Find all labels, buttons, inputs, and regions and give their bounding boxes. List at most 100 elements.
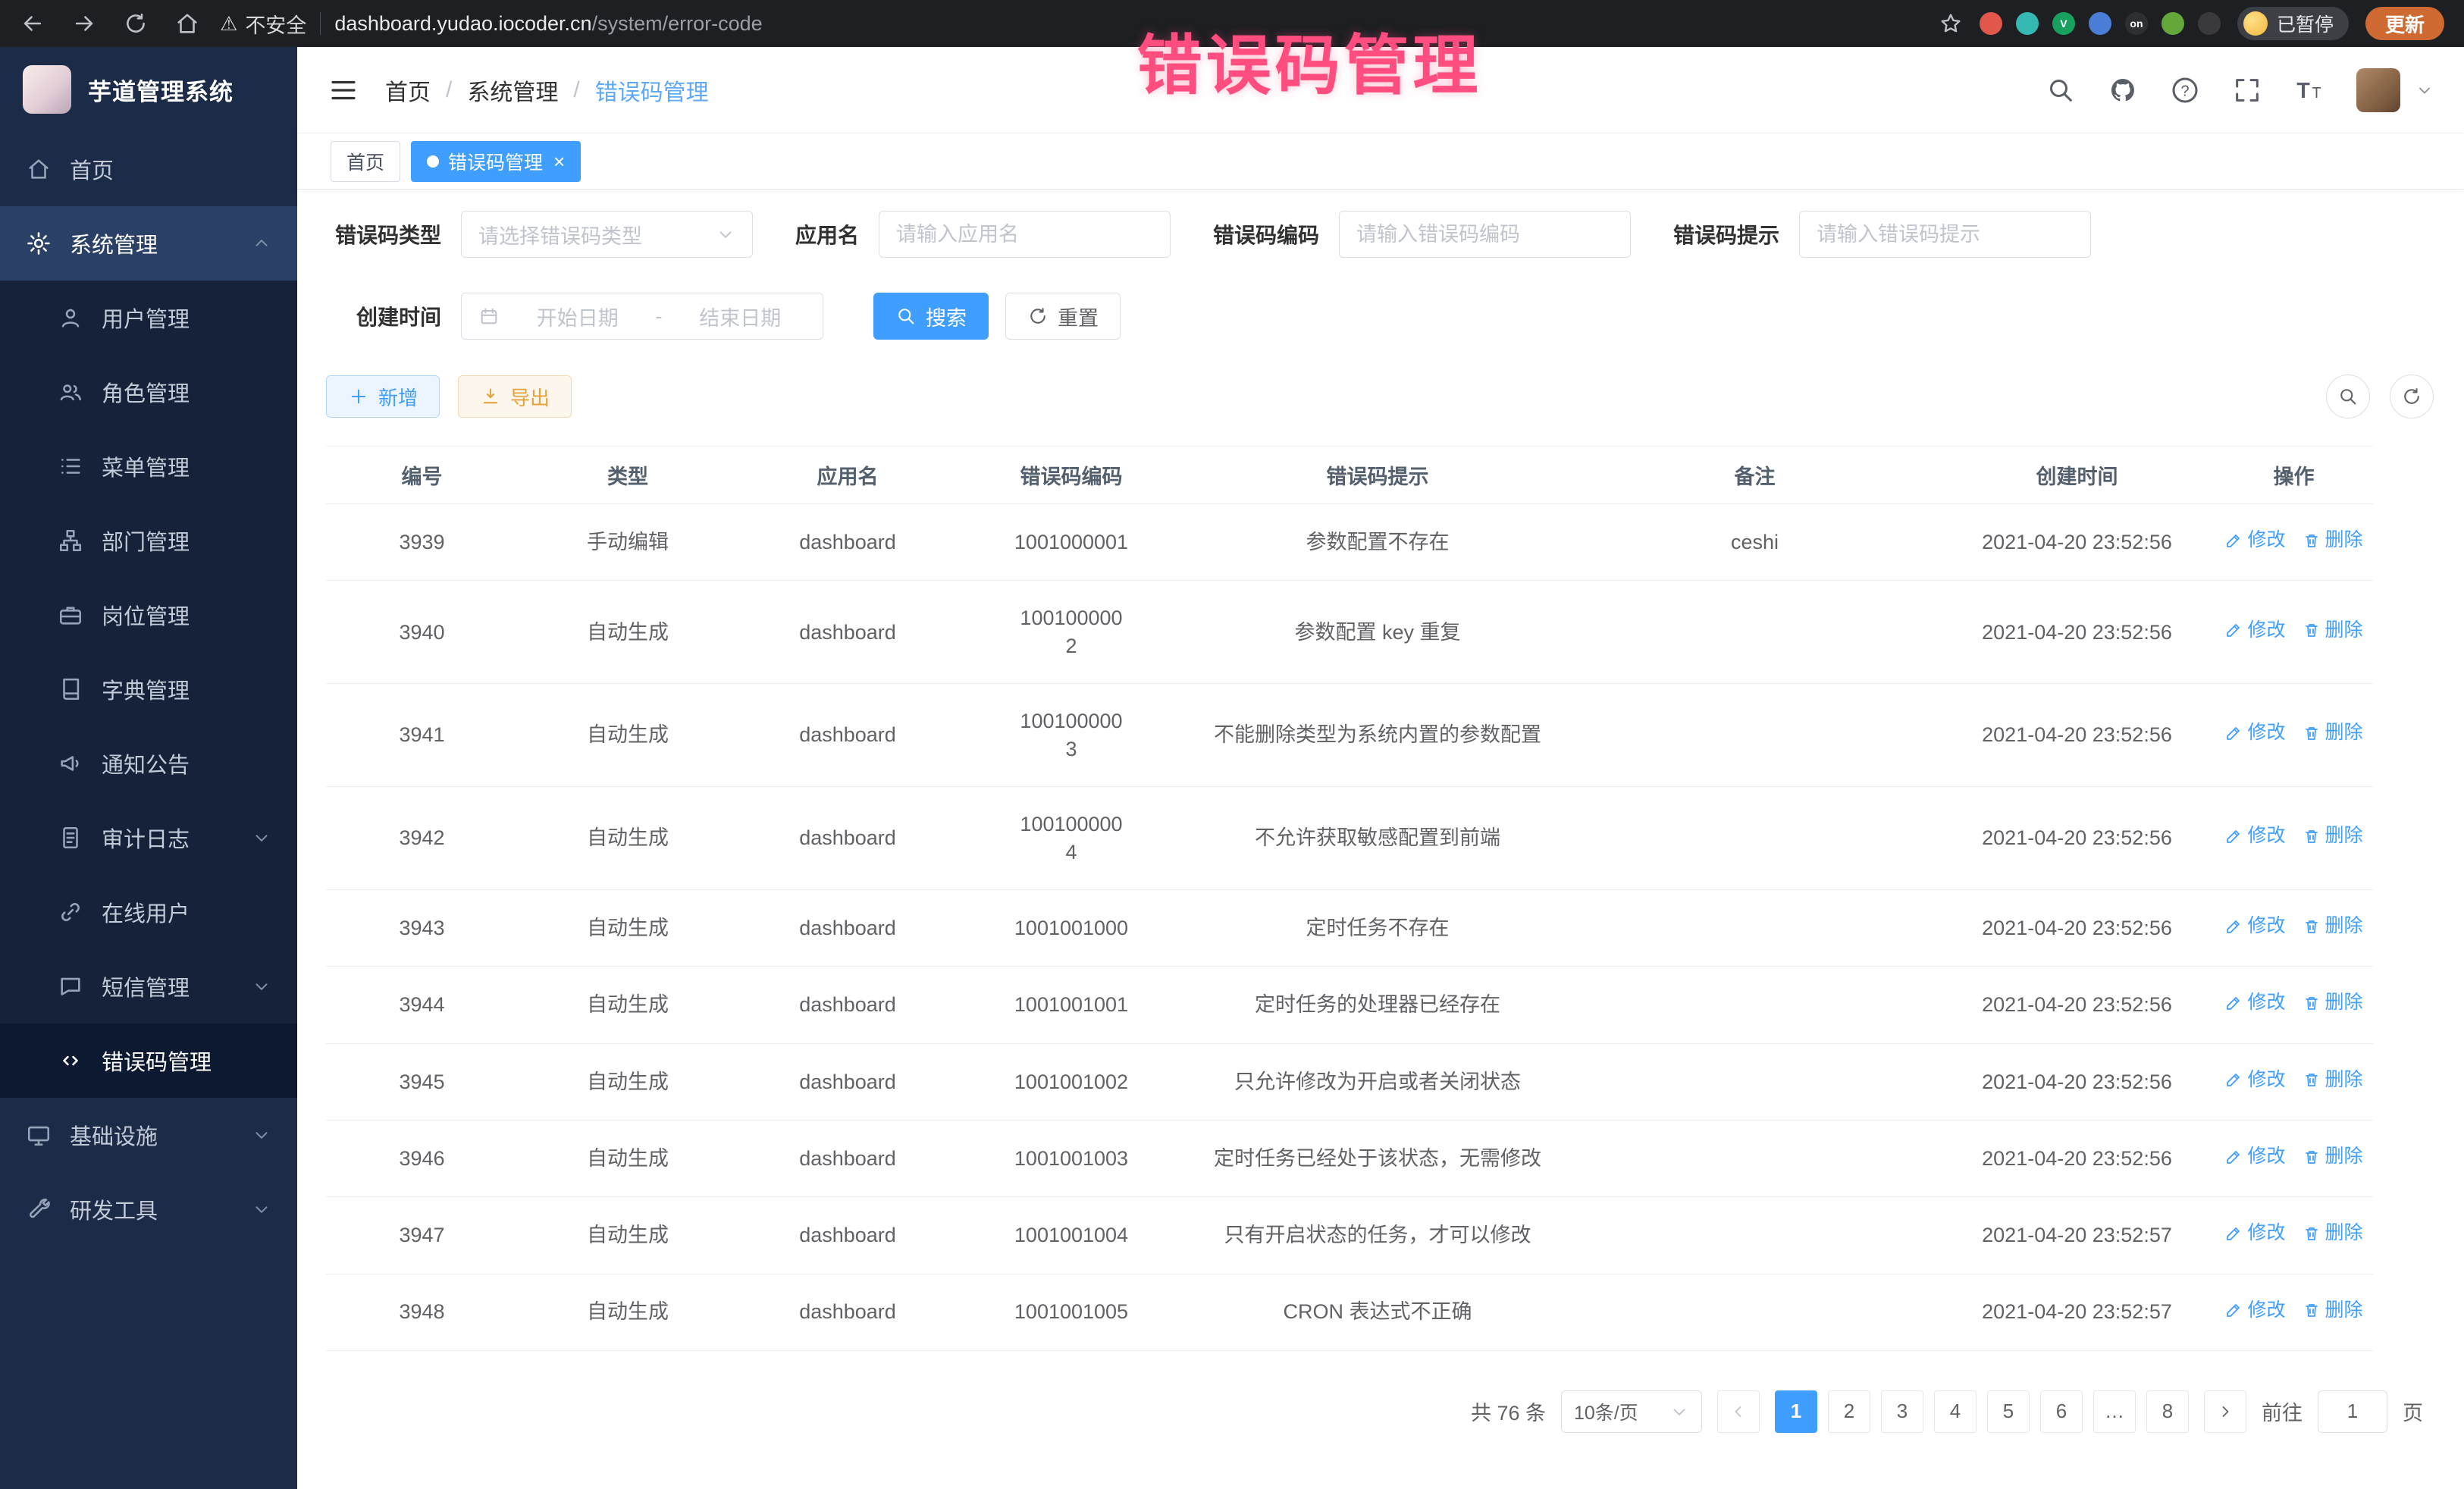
- reset-button[interactable]: 重置: [1005, 293, 1121, 340]
- github-icon[interactable]: [2108, 75, 2138, 105]
- sidebar-item-角色管理[interactable]: 角色管理: [0, 355, 297, 429]
- cell-remark: [1570, 967, 1939, 1043]
- sidebar-item-错误码管理[interactable]: 错误码管理: [0, 1023, 297, 1098]
- page-size-select[interactable]: 10条/页: [1561, 1390, 1702, 1433]
- page-button[interactable]: 8: [2146, 1390, 2189, 1433]
- close-icon[interactable]: ×: [553, 152, 565, 171]
- edit-link[interactable]: 修改: [2224, 914, 2285, 939]
- cell-hint: 参数配置不存在: [1185, 504, 1570, 581]
- edit-link[interactable]: 修改: [2224, 528, 2285, 553]
- breadcrumb-item[interactable]: 系统管理: [467, 74, 558, 107]
- profile-badge[interactable]: 已暂停: [2237, 7, 2349, 40]
- goto-page-input[interactable]: [2318, 1390, 2387, 1433]
- edit-link[interactable]: 修改: [2224, 618, 2285, 644]
- delete-link[interactable]: 删除: [2303, 914, 2363, 939]
- extension-icon[interactable]: [1980, 12, 2002, 35]
- sidebar-item-系统管理[interactable]: 系统管理: [0, 206, 297, 281]
- extension-icon[interactable]: [2161, 12, 2184, 35]
- app-logo[interactable]: 芋道管理系统: [0, 47, 297, 132]
- breadcrumb-item[interactable]: 首页: [385, 74, 431, 107]
- sidebar-item-菜单管理[interactable]: 菜单管理: [0, 429, 297, 503]
- sidebar-item-通知公告[interactable]: 通知公告: [0, 726, 297, 801]
- delete-link[interactable]: 删除: [2303, 1067, 2363, 1093]
- address-bar[interactable]: ⚠ 不安全 dashboard.yudao.iocoder.cn/system/…: [220, 9, 1919, 39]
- sidebar-toggle-button[interactable]: [328, 74, 359, 106]
- add-button[interactable]: 新增: [326, 375, 440, 418]
- edit-link[interactable]: 修改: [2224, 720, 2285, 746]
- edit-link[interactable]: 修改: [2224, 1144, 2285, 1170]
- edit-link[interactable]: 修改: [2224, 1298, 2285, 1324]
- forward-button[interactable]: [71, 11, 97, 36]
- page-more-button[interactable]: …: [2093, 1390, 2136, 1433]
- breadcrumb-item[interactable]: 错误码管理: [595, 74, 709, 107]
- sidebar-item-首页[interactable]: 首页: [0, 132, 297, 206]
- page-button[interactable]: 6: [2040, 1390, 2083, 1433]
- sidebar-item-基础设施[interactable]: 基础设施: [0, 1098, 297, 1172]
- delete-link[interactable]: 删除: [2303, 618, 2363, 644]
- font-size-icon[interactable]: TT: [2294, 75, 2324, 105]
- filter-row-1: 错误码类型 请选择错误码类型 应用名 错误码编码 错误码提示: [326, 211, 2434, 258]
- page-size-value: 10条/页: [1574, 1398, 1638, 1425]
- chevron-down-icon: [252, 976, 271, 996]
- export-button[interactable]: 导出: [458, 375, 572, 418]
- page-button[interactable]: 4: [1934, 1390, 1977, 1433]
- error-hint-input[interactable]: [1799, 211, 2091, 258]
- page-button[interactable]: 5: [1987, 1390, 2030, 1433]
- extension-icon[interactable]: [2016, 12, 2039, 35]
- sidebar-item-部门管理[interactable]: 部门管理: [0, 503, 297, 578]
- page-button[interactable]: 2: [1828, 1390, 1870, 1433]
- edit-link[interactable]: 修改: [2224, 990, 2285, 1016]
- delete-link[interactable]: 删除: [2303, 1221, 2363, 1246]
- help-icon[interactable]: ?: [2170, 75, 2200, 105]
- url-text[interactable]: dashboard.yudao.iocoder.cn/system/error-…: [334, 12, 762, 36]
- reload-button[interactable]: [123, 11, 149, 36]
- bookmark-star-icon[interactable]: [1939, 11, 1963, 36]
- date-range-picker[interactable]: 开始日期 - 结束日期: [461, 293, 823, 340]
- sidebar-item-在线用户[interactable]: 在线用户: [0, 875, 297, 949]
- fullscreen-icon[interactable]: [2232, 75, 2262, 105]
- extension-icon[interactable]: [2089, 12, 2111, 35]
- delete-link[interactable]: 删除: [2303, 1298, 2363, 1324]
- sidebar-item-用户管理[interactable]: 用户管理: [0, 281, 297, 355]
- home-button[interactable]: [174, 11, 200, 36]
- page-button[interactable]: 1: [1775, 1390, 1817, 1433]
- chevron-down-icon: [252, 1199, 271, 1219]
- search-button[interactable]: 搜索: [873, 293, 989, 340]
- tab-首页[interactable]: 首页: [331, 141, 400, 182]
- delete-link[interactable]: 删除: [2303, 1144, 2363, 1170]
- error-code-input[interactable]: [1339, 211, 1631, 258]
- sidebar-item-研发工具[interactable]: 研发工具: [0, 1172, 297, 1246]
- sidebar-item-短信管理[interactable]: 短信管理: [0, 949, 297, 1023]
- edit-link[interactable]: 修改: [2224, 1221, 2285, 1246]
- refresh-table-button[interactable]: [2390, 375, 2434, 418]
- date-separator: -: [656, 305, 663, 328]
- page-button[interactable]: 3: [1881, 1390, 1923, 1433]
- error-type-select[interactable]: 请选择错误码类型: [461, 211, 753, 258]
- extension-icon[interactable]: V: [2052, 12, 2075, 35]
- table-row: 3946自动生成dashboard1001001003定时任务已经处于该状态，无…: [326, 1120, 2373, 1196]
- tab-错误码管理[interactable]: 错误码管理×: [411, 141, 581, 182]
- prev-page-button[interactable]: [1717, 1390, 1760, 1433]
- url-path: /system/error-code: [592, 12, 763, 35]
- next-page-button[interactable]: [2204, 1390, 2246, 1433]
- back-button[interactable]: [20, 11, 45, 36]
- app-name-input[interactable]: [879, 211, 1171, 258]
- delete-link[interactable]: 删除: [2303, 528, 2363, 553]
- toggle-search-button[interactable]: [2326, 375, 2370, 418]
- extension-icon[interactable]: on: [2125, 12, 2148, 35]
- edit-link[interactable]: 修改: [2224, 1067, 2285, 1093]
- delete-link[interactable]: 删除: [2303, 720, 2363, 746]
- extension-icon[interactable]: [2198, 12, 2221, 35]
- sidebar-item-字典管理[interactable]: 字典管理: [0, 652, 297, 726]
- sidebar-item-审计日志[interactable]: 审计日志: [0, 801, 297, 875]
- delete-link[interactable]: 删除: [2303, 990, 2363, 1016]
- edit-link[interactable]: 修改: [2224, 823, 2285, 849]
- cell-code: 1001001002: [958, 1043, 1185, 1120]
- user-avatar[interactable]: [2356, 68, 2400, 112]
- security-warning[interactable]: ⚠ 不安全: [220, 9, 306, 39]
- search-icon[interactable]: [2045, 75, 2076, 105]
- update-button[interactable]: 更新: [2365, 7, 2444, 40]
- delete-link[interactable]: 删除: [2303, 823, 2363, 849]
- sidebar-item-岗位管理[interactable]: 岗位管理: [0, 578, 297, 652]
- chevron-down-icon[interactable]: [2415, 81, 2434, 99]
